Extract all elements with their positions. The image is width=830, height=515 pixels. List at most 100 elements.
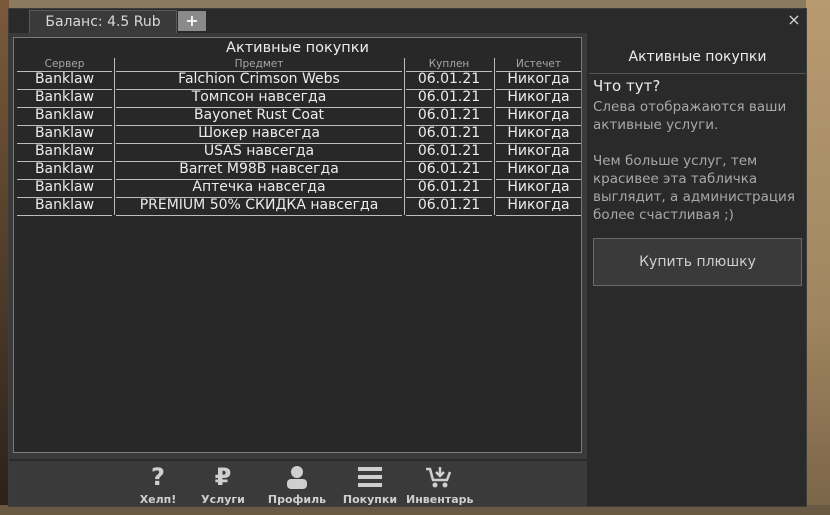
table-cell: Никогда <box>496 179 581 198</box>
table-row: Banklaw PREMIUM 50% СКИДКА навсегда 06.01.… <box>14 197 581 216</box>
table-cell: Никогда <box>496 89 581 108</box>
column-divider <box>494 197 495 215</box>
nav-item-2[interactable]: Профиль <box>264 461 330 506</box>
menu-icon <box>337 465 403 489</box>
table-cell: 06.01.21 <box>406 161 492 180</box>
column-divider <box>404 143 405 161</box>
column-header: Предмет <box>116 58 402 72</box>
column-divider <box>494 89 495 107</box>
column-divider <box>114 143 115 161</box>
column-divider <box>404 71 405 89</box>
column-divider <box>114 71 115 89</box>
purchases-table: Сервер Предмет Куплен Истечет Banklaw Falchio… <box>14 58 581 216</box>
column-divider <box>404 125 405 143</box>
table-cell: Banklaw <box>17 197 112 216</box>
table-row: Banklaw Falchion Crimson Webs 06.01.21 Нико… <box>14 71 581 90</box>
column-divider <box>404 58 405 71</box>
table-cell: Никогда <box>496 161 581 180</box>
column-divider <box>494 161 495 179</box>
table-cell: 06.01.21 <box>406 71 492 90</box>
info-heading: Что тут? <box>593 77 661 95</box>
table-cell: Banklaw <box>17 179 112 198</box>
table-row: Banklaw Barret M98B навсегда 06.01.21 Никог… <box>14 161 581 180</box>
nav-label: Услуги <box>201 493 245 506</box>
table-cell: 06.01.21 <box>406 197 492 216</box>
column-divider <box>404 107 405 125</box>
nav-item-3[interactable]: Покупки <box>337 461 403 506</box>
table-cell: Никогда <box>496 125 581 144</box>
table-cell: Falchion Crimson Webs <box>116 71 402 90</box>
table-row: Banklaw Bayonet Rust Coat 06.01.21 Никогда <box>14 107 581 126</box>
nav-item-1[interactable]: ₽ Услуги <box>190 461 256 506</box>
nav-item-0[interactable]: ? Хелп! <box>125 461 191 506</box>
nav-label: Инвентарь <box>406 493 474 506</box>
column-header: Истечет <box>496 58 581 72</box>
column-divider <box>114 161 115 179</box>
table-cell: 06.01.21 <box>406 107 492 126</box>
table-header-row: Сервер Предмет Куплен Истечет <box>14 58 581 72</box>
purchases-title: Активные покупки <box>226 40 369 56</box>
table-cell: 06.01.21 <box>406 179 492 198</box>
buy-button[interactable]: Купить плюшку <box>593 238 802 286</box>
table-cell: Аптечка навсегда <box>116 179 402 198</box>
column-divider <box>404 179 405 197</box>
table-cell: Шокер навсегда <box>116 125 402 144</box>
table-cell: Никогда <box>496 107 581 126</box>
column-divider <box>404 161 405 179</box>
table-cell: Томпсон навсегда <box>116 89 402 108</box>
info-paragraph: Чем больше услуг, тем красивее эта табли… <box>593 153 795 223</box>
table-cell: Banklaw <box>17 107 112 126</box>
column-divider <box>114 89 115 107</box>
table-row: Banklaw Шокер навсегда 06.01.21 Никогда <box>14 125 581 144</box>
column-divider <box>494 71 495 89</box>
info-panel: Активные покупки Что тут? Слева отобража… <box>589 33 806 506</box>
table-cell: Banklaw <box>17 89 112 108</box>
column-header: Сервер <box>17 58 112 72</box>
info-divider <box>589 73 806 74</box>
shop-window: Баланс: 4.5 Rub + × Активные покупки Сер… <box>8 8 807 507</box>
table-cell: USAS навсегда <box>116 143 402 162</box>
bottom-nav: ? Хелп! ₽ Услуги Профиль Покупки Инвентарь <box>9 459 587 506</box>
nav-label: Покупки <box>342 493 398 506</box>
user-icon <box>264 465 330 489</box>
column-divider <box>494 107 495 125</box>
info-paragraph: Слева отображаются ваши активные услуги. <box>593 99 787 133</box>
column-divider <box>114 125 115 143</box>
table-cell: Banklaw <box>17 143 112 162</box>
background-right-wall <box>806 0 830 515</box>
table-cell: 06.01.21 <box>406 143 492 162</box>
column-divider <box>404 89 405 107</box>
table-row: Banklaw Томпсон навсегда 06.01.21 Никогда <box>14 89 581 108</box>
tab-balance[interactable]: Баланс: 4.5 Rub <box>29 10 177 33</box>
column-divider <box>494 143 495 161</box>
info-panel-title: Активные покупки <box>628 49 767 65</box>
nav-label: Хелп! <box>139 493 177 506</box>
column-divider <box>114 107 115 125</box>
column-divider <box>114 197 115 215</box>
table-cell: 06.01.21 <box>406 89 492 108</box>
left-panel: Активные покупки Сервер Предмет Куплен Исте… <box>9 33 587 459</box>
table-cell: Barret M98B навсегда <box>116 161 402 180</box>
question-icon: ? <box>151 463 165 491</box>
column-divider <box>494 58 495 71</box>
table-cell: Bayonet Rust Coat <box>116 107 402 126</box>
cart-icon <box>406 465 472 489</box>
table-cell: Никогда <box>496 197 581 216</box>
table-cell: Banklaw <box>17 161 112 180</box>
nav-item-4[interactable]: Инвентарь <box>406 461 474 506</box>
tab-strip: Баланс: 4.5 Rub + × <box>9 9 806 33</box>
column-divider <box>114 58 115 71</box>
ruble-icon: ₽ <box>214 463 232 491</box>
column-divider <box>494 125 495 143</box>
table-cell: Banklaw <box>17 125 112 144</box>
table-cell: 06.01.21 <box>406 125 492 144</box>
info-text: Слева отображаются ваши активные услуги.… <box>593 98 803 242</box>
column-divider <box>114 179 115 197</box>
table-cell: Никогда <box>496 71 581 90</box>
nav-label: Профиль <box>267 493 327 506</box>
table-cell: Banklaw <box>17 71 112 90</box>
add-tab-button[interactable]: + <box>178 11 206 31</box>
table-row: Banklaw USAS навсегда 06.01.21 Никогда <box>14 143 581 162</box>
close-button[interactable]: × <box>785 11 803 29</box>
table-row: Banklaw Аптечка навсегда 06.01.21 Никогда <box>14 179 581 198</box>
